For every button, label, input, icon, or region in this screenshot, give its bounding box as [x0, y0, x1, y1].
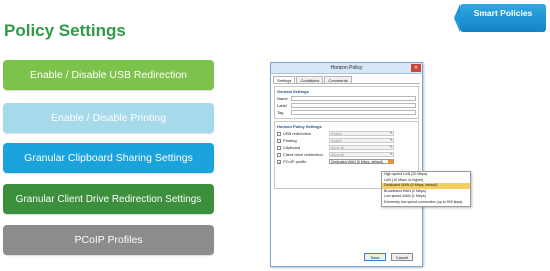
dialog-footer: Save Cancel	[271, 253, 422, 262]
tag-row: Tag	[277, 109, 416, 116]
label-row: Label	[277, 102, 416, 109]
usb-redirection-checkbox[interactable]	[277, 131, 281, 136]
dropdown-arrow-icon[interactable]	[388, 160, 393, 164]
save-button[interactable]: Save	[364, 253, 386, 261]
smart-policies-tag: Smart Policies	[454, 4, 546, 32]
client-drive-label: Client drive redirection	[283, 152, 323, 157]
usb-redirection-label: USB redirection	[283, 131, 312, 136]
general-settings-title: General Settings	[277, 89, 309, 94]
pill-clipboard: Granular Clipboard Sharing Settings	[3, 143, 214, 173]
clipboard-checkbox[interactable]	[277, 145, 281, 150]
label-label: Label	[277, 103, 287, 108]
clipboard-label: Clipboard	[283, 145, 301, 150]
printing-row: Printing Enable	[277, 137, 416, 144]
pill-pcoip-profiles: PCoIP Profiles	[3, 225, 214, 255]
tab-settings[interactable]: Settings	[273, 76, 296, 83]
pcoip-profile-value: Dedicated WAN (5 Mbps, default)	[331, 160, 384, 164]
usb-redirection-row: USB redirection Enable	[277, 130, 416, 137]
dialog-tabs: Settings Conditions Comments	[273, 76, 420, 84]
clipboard-row: Clipboard Allow all	[277, 144, 416, 151]
close-icon[interactable]: ✕	[411, 64, 421, 72]
name-label: Name	[277, 96, 288, 101]
printing-label: Printing	[283, 138, 297, 143]
cancel-button[interactable]: Cancel	[391, 253, 413, 261]
policy-settings-title: Horizon Policy Settings	[277, 124, 322, 129]
pcoip-profile-select[interactable]: Dedicated WAN (5 Mbps, default)	[329, 159, 394, 164]
pill-printing: Enable / Disable Printing	[3, 103, 214, 133]
dropdown-option[interactable]: Extremely low speed connection (up to 90…	[382, 200, 470, 206]
tab-comments[interactable]: Comments	[324, 76, 352, 83]
tab-conditions[interactable]: Conditions	[296, 76, 324, 83]
pcoip-profile-row: PCoIP profile Dedicated WAN (5 Mbps, def…	[277, 158, 416, 165]
printing-checkbox[interactable]	[277, 138, 281, 143]
general-settings-section: General Settings Name Label Tag	[274, 86, 419, 119]
pill-usb-redirection: Enable / Disable USB Redirection	[3, 60, 214, 90]
tag-field[interactable]	[291, 110, 416, 115]
horizon-policy-dialog: Horizon Policy ✕ Settings Conditions Com…	[270, 62, 423, 267]
name-row: Name	[277, 95, 416, 102]
printing-select[interactable]: Enable	[329, 138, 394, 143]
client-drive-checkbox[interactable]	[277, 152, 281, 157]
dialog-title: Horizon Policy	[330, 65, 363, 71]
dialog-titlebar: Horizon Policy ✕	[271, 63, 422, 74]
page-title: Policy Settings	[4, 21, 126, 40]
pcoip-profile-dropdown: High speed LAN (20 Mbps) LAN (10 Mbps or…	[381, 171, 471, 207]
client-drive-select[interactable]: Allow all	[329, 152, 394, 157]
pill-client-drive: Granular Client Drive Redirection Settin…	[3, 184, 214, 214]
tag-label: Tag	[277, 110, 284, 115]
pcoip-profile-checkbox[interactable]	[277, 159, 281, 164]
usb-redirection-select[interactable]: Enable	[329, 131, 394, 136]
clipboard-select[interactable]: Allow all	[329, 145, 394, 150]
pcoip-profile-label: PCoIP profile	[283, 159, 307, 164]
label-field[interactable]	[291, 103, 416, 108]
name-field[interactable]	[291, 96, 416, 101]
client-drive-row: Client drive redirection Allow all	[277, 151, 416, 158]
